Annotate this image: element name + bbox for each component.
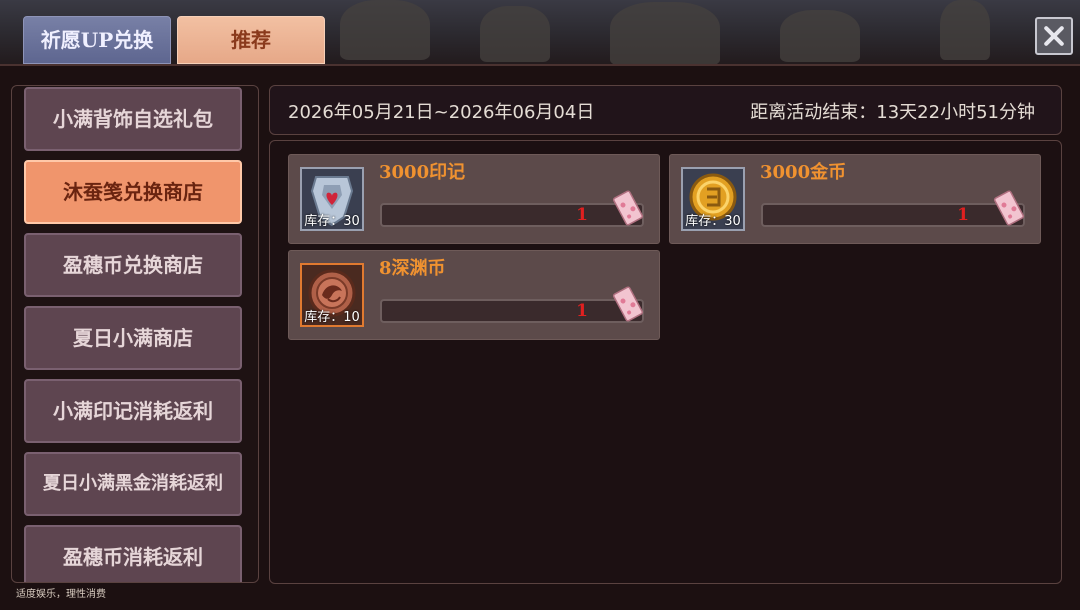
sidebar-item-yingsui-rebate[interactable]: 盈穗币消耗返利 <box>24 525 242 582</box>
stock-label: 库存：30 <box>304 214 360 229</box>
item-title: 8深渊币 <box>379 258 446 279</box>
cost-value: 1 <box>576 301 588 321</box>
sidebar-item-yingsui-exchange-shop[interactable]: 盈穗币兑换商店 <box>24 233 242 297</box>
event-date-range: 2026年05月21日~2026年06月04日 <box>288 102 595 123</box>
health-notice: 适度娱乐，理性消费 <box>16 589 106 600</box>
event-info-bar: 2026年05月21日~2026年06月04日 距离活动结束：13天22小时51… <box>269 85 1062 135</box>
shop-item-card[interactable]: 库存：10 8深渊币 1 <box>288 250 660 340</box>
sidebar-item-backpiece-gift[interactable]: 小满背饰自选礼包 <box>24 87 242 151</box>
event-countdown: 距离活动结束：13天22小时51分钟 <box>750 102 1035 123</box>
shop-content: 库存：30 3000印记 1 库存：30 3000金币 1 库存：10 8深渊币… <box>269 140 1062 584</box>
gold-coin-icon: 库存：30 <box>681 167 745 231</box>
abyss-coin-icon: 库存：10 <box>300 263 364 327</box>
sidebar-item-summer-shop[interactable]: 夏日小满商店 <box>24 306 242 370</box>
cost-bar: 1 <box>761 203 1025 227</box>
cost-value: 1 <box>957 205 969 225</box>
stock-label: 库存：30 <box>685 214 741 229</box>
mark-badge-icon: 库存：30 <box>300 167 364 231</box>
silk-ticket-icon <box>993 190 1025 226</box>
cost-bar: 1 <box>380 203 644 227</box>
sidebar-item-blackgold-rebate[interactable]: 夏日小满黑金消耗返利 <box>24 452 242 516</box>
item-title: 3000印记 <box>379 162 466 183</box>
silk-ticket-icon <box>612 286 644 322</box>
stock-label: 库存：10 <box>304 310 360 325</box>
tab-wish-up-exchange[interactable]: 祈愿UP兑换 <box>23 16 171 64</box>
sidebar-item-silk-exchange-shop[interactable]: 沐蚕笺兑换商店 <box>24 160 242 224</box>
sidebar-item-mark-rebate[interactable]: 小满印记消耗返利 <box>24 379 242 443</box>
sidebar: 小满背饰自选礼包 沐蚕笺兑换商店 盈穗币兑换商店 夏日小满商店 小满印记消耗返利… <box>11 85 259 583</box>
shop-item-card[interactable]: 库存：30 3000印记 1 <box>288 154 660 244</box>
cost-bar: 1 <box>380 299 644 323</box>
close-icon[interactable] <box>1035 17 1073 55</box>
item-title: 3000金币 <box>760 162 847 183</box>
cost-value: 1 <box>576 205 588 225</box>
shop-item-card[interactable]: 库存：30 3000金币 1 <box>669 154 1041 244</box>
silk-ticket-icon <box>612 190 644 226</box>
tab-recommend[interactable]: 推荐 <box>177 16 325 64</box>
